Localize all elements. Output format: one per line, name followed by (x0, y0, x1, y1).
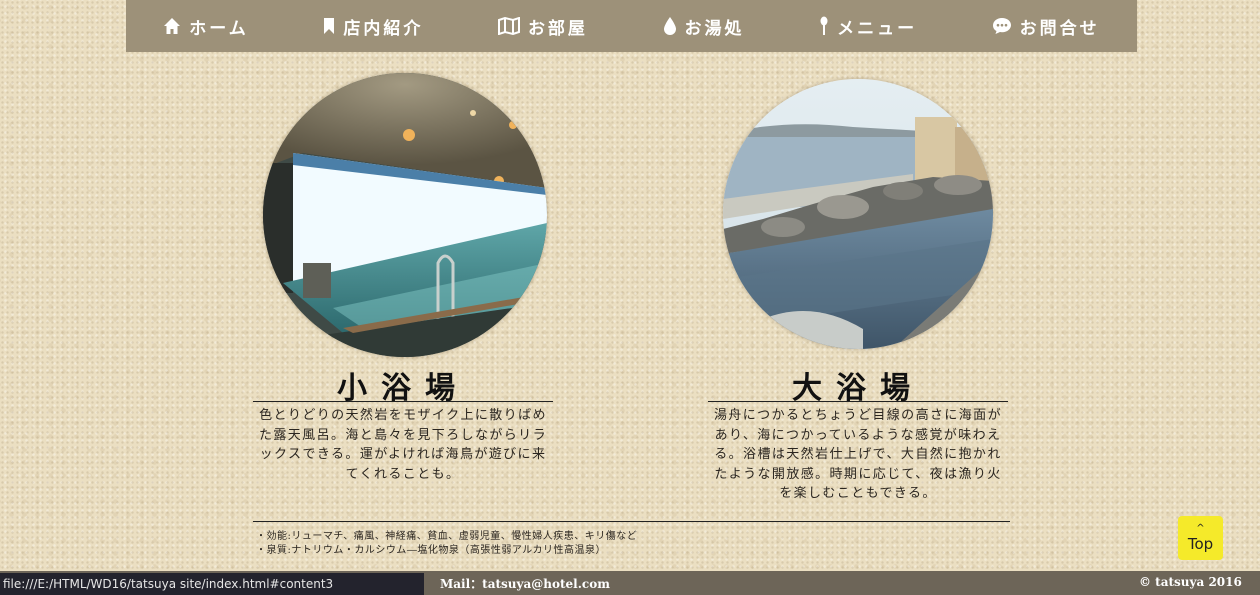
bookmark-icon (324, 18, 335, 34)
map-icon (497, 17, 520, 35)
title-divider (253, 401, 553, 402)
chevron-up-icon: ^ (1196, 522, 1205, 534)
nav-label: 店内紹介 (343, 18, 424, 39)
nav-item-menu[interactable]: メニュー (819, 14, 917, 39)
small-bath-photo (263, 73, 547, 357)
nav-label: メニュー (837, 18, 918, 39)
spring-quality-note: ・泉質:ナトリウム・カルシウム―塩化物泉（高張性弱アルカリ性高温泉） (256, 545, 606, 556)
title-divider (708, 401, 1008, 402)
browser-status-bar: file:///E:/HTML/WD16/tatsuya site/index.… (0, 573, 424, 595)
utensil-icon (820, 16, 828, 35)
water-drop-icon (663, 17, 676, 35)
nav-label: お問合せ (1019, 18, 1100, 39)
large-bath-description: 湯舟につかるとちょうど目線の高さに海面があり、海につかっているような感覚が味わえ… (713, 408, 1002, 501)
footer-copyright: © tatsuya 2016 (1139, 575, 1242, 589)
nav-item-contact[interactable]: お問合せ (992, 14, 1100, 39)
nav-label: お部屋 (527, 18, 588, 39)
effects-note: ・効能:リューマチ、痛風、神経痛、貧血、虚弱児童、慢性婦人疾患、キリ傷など (256, 531, 638, 542)
home-icon (164, 18, 181, 34)
nav-item-home[interactable]: ホーム (163, 14, 249, 39)
nav-item-baths[interactable]: お湯処 (663, 14, 745, 39)
footer-mail: Mail：tatsuya@hotel.com (440, 577, 610, 591)
chat-bubble-icon (992, 18, 1011, 34)
top-button-label: Top (1187, 534, 1214, 553)
notes-divider (253, 521, 1010, 522)
main-nav: ホーム 店内紹介 お部屋 お湯処 メニュー お問合せ (126, 0, 1137, 52)
nav-item-about[interactable]: 店内紹介 (323, 14, 423, 39)
large-bath-photo (723, 79, 993, 349)
back-to-top-button[interactable]: ^ Top (1178, 516, 1223, 560)
small-bath-description: 色とりどりの天然岩をモザイク上に散りばめた露天風呂。海と島々を見下ろしながらリラ… (258, 408, 547, 482)
nav-item-rooms[interactable]: お部屋 (497, 14, 588, 39)
nav-label: お湯処 (684, 18, 745, 39)
nav-label: ホーム (189, 18, 249, 39)
